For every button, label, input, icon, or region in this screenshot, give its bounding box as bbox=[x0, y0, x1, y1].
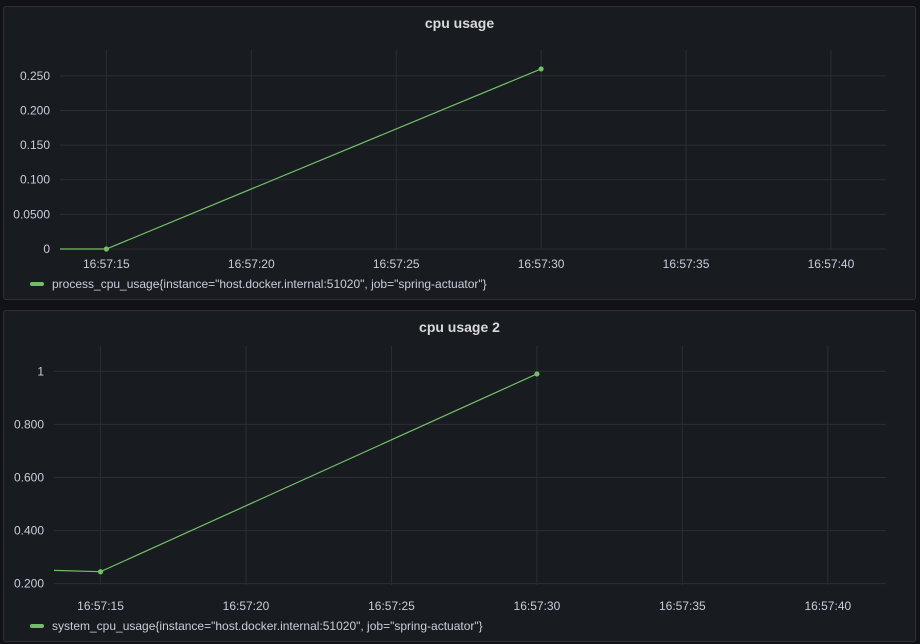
legend-item-process-cpu-usage[interactable]: process_cpu_usage{instance="host.docker.… bbox=[52, 277, 487, 291]
y-tick-label: 0.0500 bbox=[13, 207, 50, 221]
y-tick-label: 0.800 bbox=[14, 417, 44, 431]
x-tick-label: 16:57:35 bbox=[663, 257, 710, 271]
y-tick-label: 0 bbox=[43, 242, 50, 256]
x-tick-label: 16:57:40 bbox=[808, 257, 855, 271]
x-tick-label: 16:57:25 bbox=[368, 599, 415, 613]
y-tick-label: 0.200 bbox=[20, 103, 50, 117]
y-tick-label: 1 bbox=[37, 364, 44, 378]
legend-swatch bbox=[30, 624, 44, 628]
y-tick-label: 0.250 bbox=[20, 69, 50, 83]
series-line bbox=[53, 373, 538, 573]
y-tick-label: 0.400 bbox=[14, 524, 44, 538]
x-tick-label: 16:57:15 bbox=[77, 599, 124, 613]
x-tick-label: 16:57:30 bbox=[514, 599, 561, 613]
cpu-usage-2-panel: cpu usage 2 0.200 0.400 0.600 0.800 1 16:57:1… bbox=[3, 310, 916, 642]
x-tick-label: 16:57:15 bbox=[83, 257, 130, 271]
cpu-usage-chart: 0 0.0500 0.100 0.150 0.200 0.250 16:57:15 16:57… bbox=[13, 50, 886, 271]
legend: process_cpu_usage{instance="host.docker.… bbox=[30, 277, 487, 291]
x-tick-label: 16:57:30 bbox=[518, 257, 565, 271]
x-tick-label: 16:57:25 bbox=[373, 257, 420, 271]
y-tick-label: 0.100 bbox=[20, 173, 50, 187]
cpu-usage-panel: cpu usage 0 0.0500 0.100 0.150 0.200 0.250 16:… bbox=[3, 6, 916, 300]
legend-item-system-cpu-usage[interactable]: system_cpu_usage{instance="host.docker.i… bbox=[52, 619, 483, 633]
data-point[interactable] bbox=[538, 66, 544, 72]
data-point[interactable] bbox=[534, 371, 540, 377]
x-tick-label: 16:57:20 bbox=[223, 599, 270, 613]
legend: system_cpu_usage{instance="host.docker.i… bbox=[30, 619, 483, 633]
x-tick-label: 16:57:40 bbox=[804, 599, 851, 613]
x-tick-label: 16:57:20 bbox=[228, 257, 275, 271]
series-line bbox=[60, 68, 542, 250]
x-tick-label: 16:57:35 bbox=[659, 599, 706, 613]
cpu-usage-2-chart: 0.200 0.400 0.600 0.800 1 16:57:15 16:57:20 16:… bbox=[14, 346, 886, 613]
y-tick-label: 0.600 bbox=[14, 470, 44, 484]
y-tick-label: 0.200 bbox=[14, 577, 44, 591]
y-tick-label: 0.150 bbox=[20, 138, 50, 152]
data-point[interactable] bbox=[103, 246, 109, 252]
data-point[interactable] bbox=[97, 569, 104, 575]
legend-swatch bbox=[30, 282, 44, 286]
